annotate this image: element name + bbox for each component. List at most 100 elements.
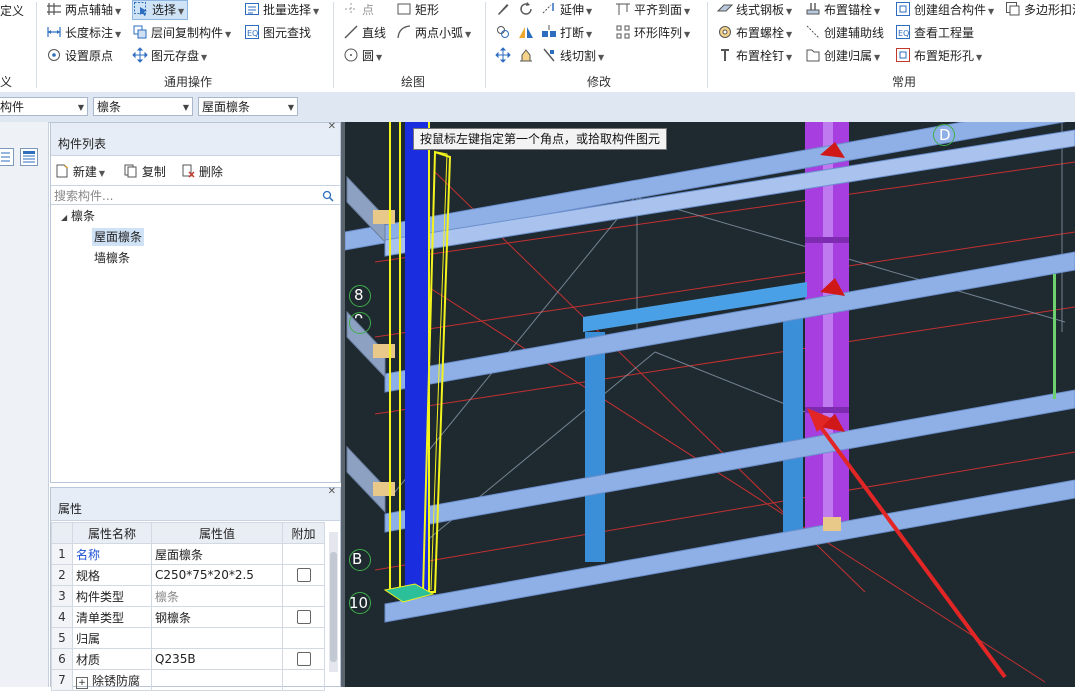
- new-component-button[interactable]: 新建 ▼: [55, 163, 105, 180]
- align-face-button[interactable]: 平齐到面 ▼: [615, 1, 690, 19]
- property-row[interactable]: 1 名称 屋面檩条: [51, 543, 325, 565]
- length-dim-button[interactable]: 长度标注 ▼: [46, 24, 121, 42]
- copy-component-button[interactable]: 复制: [124, 163, 166, 180]
- create-aux-line-button[interactable]: 创建辅助线: [805, 24, 884, 42]
- attach-checkbox[interactable]: [296, 651, 311, 666]
- place-bolt-button[interactable]: 布置螺栓 ▼: [717, 24, 792, 42]
- property-row[interactable]: 5 归属: [51, 627, 325, 649]
- extend-button[interactable]: 延伸 ▼: [541, 1, 592, 19]
- list-view-button[interactable]: [0, 148, 14, 166]
- extend-icon: [542, 3, 554, 14]
- category-combo-value: 构件: [0, 100, 25, 114]
- header-prop-value: 属性值: [151, 522, 283, 544]
- properties-scrollbar[interactable]: [329, 532, 338, 672]
- cross-floor-copy-button[interactable]: 层间复制构件 ▼: [132, 24, 231, 42]
- group-label-common: 常用: [892, 75, 917, 89]
- point-button[interactable]: 点: [343, 1, 374, 19]
- model-canvas[interactable]: [345, 122, 1075, 687]
- left-navigation-strip: [0, 122, 49, 687]
- line-cut-button[interactable]: 线切割 ▼: [541, 47, 604, 65]
- break-button[interactable]: 打断 ▼: [541, 24, 592, 42]
- view-quantity-button[interactable]: EQ 查看工程量: [895, 24, 974, 42]
- point-label: 点: [362, 3, 375, 17]
- attach-cell: [282, 564, 325, 586]
- prop-value[interactable]: [151, 669, 283, 691]
- tree-item-roof-purlin[interactable]: 屋面檩条: [92, 228, 145, 246]
- ribbon-toolbar: 定义 义 两点辅轴 ▼ 选择 ▼ 批量选择 ▼ 长度标注 ▼ 层间复制构件 ▼ EQ 图元查…: [0, 0, 1075, 93]
- two-point-axis-button[interactable]: 两点辅轴 ▼: [46, 1, 121, 19]
- property-row[interactable]: 6 材质 Q235B: [51, 648, 325, 670]
- find-element-button[interactable]: EQ 图元查找: [244, 24, 311, 42]
- tree-item-wall-purlin[interactable]: 墙檩条: [94, 249, 130, 267]
- create-belonging-button[interactable]: 创建归属 ▼: [805, 47, 880, 65]
- prop-name-expandable[interactable]: + 除锈防腐: [72, 669, 152, 691]
- batch-select-button[interactable]: 批量选择 ▼: [244, 1, 319, 19]
- property-row[interactable]: 2 规格 C250*75*20*2.5: [51, 564, 325, 586]
- element-save-button[interactable]: 图元存盘 ▼: [132, 47, 207, 65]
- svg-text:EQ: EQ: [247, 29, 258, 38]
- place-stud-label: 布置栓钉: [736, 49, 785, 63]
- prop-value[interactable]: 钢檩条: [151, 606, 283, 628]
- prop-value[interactable]: [151, 627, 283, 649]
- search-icon[interactable]: [322, 190, 334, 202]
- ribbon-partial-define[interactable]: 定义: [0, 2, 24, 20]
- properties-panel: ✕ 属性 属性名称 属性值 附加 1 名称 屋面檩条 2 规格 C250*75*…: [50, 486, 341, 691]
- brush-tool-button[interactable]: [495, 1, 514, 19]
- ring-array-label: 环形阵列: [634, 26, 683, 40]
- prop-value: 檩条: [151, 585, 283, 607]
- group-icon: [896, 2, 910, 16]
- attach-cell: [282, 606, 325, 628]
- attach-checkbox[interactable]: [296, 567, 311, 582]
- copy-label: 复制: [141, 165, 166, 179]
- prop-value[interactable]: Q235B: [151, 648, 283, 670]
- place-rect-hole-button[interactable]: 布置矩形孔 ▼: [895, 47, 982, 65]
- copy-icon: [124, 164, 137, 178]
- create-group-button[interactable]: 创建组合构件 ▼: [895, 1, 994, 19]
- ring-array-button[interactable]: 环形阵列 ▼: [615, 24, 690, 42]
- green-rod: [1053, 274, 1056, 399]
- attach-checkbox[interactable]: [296, 609, 311, 624]
- purlins: [345, 122, 1075, 623]
- type-combo[interactable]: 檩条 ▼: [93, 97, 193, 116]
- line-cut-label: 线切割: [560, 49, 597, 63]
- property-row[interactable]: 3 构件类型 檩条: [51, 585, 325, 607]
- rotate-tool-button[interactable]: [518, 1, 537, 19]
- close-icon[interactable]: ✕: [328, 121, 336, 132]
- component-list-title: 构件列表: [51, 133, 340, 156]
- component-search-input[interactable]: 搜索构件...: [51, 185, 340, 205]
- offset-tool-button[interactable]: [495, 24, 514, 42]
- close-icon[interactable]: ✕: [328, 486, 336, 497]
- select-icon: [134, 2, 147, 16]
- rect-button[interactable]: 矩形: [396, 1, 439, 19]
- place-stud-button[interactable]: 布置栓钉 ▼: [717, 47, 792, 65]
- stretch-tool-button[interactable]: [518, 47, 537, 65]
- property-row[interactable]: 4 清单类型 钢檩条: [51, 606, 325, 628]
- scrollbar-thumb[interactable]: [330, 552, 337, 662]
- row-number: 2: [51, 564, 73, 586]
- prop-value[interactable]: 屋面檩条: [151, 543, 283, 565]
- arc-icon: [397, 25, 411, 39]
- tree-collapse-icon[interactable]: ◢: [61, 213, 67, 222]
- line-button[interactable]: 直线: [343, 24, 386, 42]
- select-button[interactable]: 选择 ▼: [132, 0, 189, 20]
- grid-view-button[interactable]: [20, 148, 38, 166]
- mirror-tool-button[interactable]: [518, 24, 537, 42]
- category-combo[interactable]: 构件 ▼: [0, 97, 88, 116]
- rect-label: 矩形: [415, 3, 440, 17]
- linear-plate-button[interactable]: 线式钢板 ▼: [717, 1, 792, 19]
- group-label-modify: 修改: [587, 75, 612, 89]
- prop-value[interactable]: C250*75*20*2.5: [151, 564, 283, 586]
- circle-button[interactable]: 圆 ▼: [343, 47, 382, 65]
- property-row[interactable]: 7 + 除锈防腐: [51, 669, 325, 691]
- annotation-arrow: [807, 408, 1007, 679]
- move-tool-button[interactable]: [495, 47, 514, 65]
- tree-root-purlin[interactable]: ◢ 檩条: [61, 207, 95, 225]
- component-combo[interactable]: 屋面檩条 ▼: [198, 97, 298, 116]
- two-point-arc-button[interactable]: 两点小弧 ▼: [396, 24, 471, 42]
- row-number-header: [51, 522, 73, 544]
- 3d-viewport[interactable]: 8 9 B 10 D: [345, 122, 1075, 687]
- set-origin-button[interactable]: 设置原点: [46, 47, 113, 65]
- delete-component-button[interactable]: 删除: [181, 163, 223, 180]
- polygon-hole-button[interactable]: 多边形扣洞: [1005, 1, 1075, 19]
- place-anchor-button[interactable]: 布置锚栓 ▼: [805, 1, 880, 19]
